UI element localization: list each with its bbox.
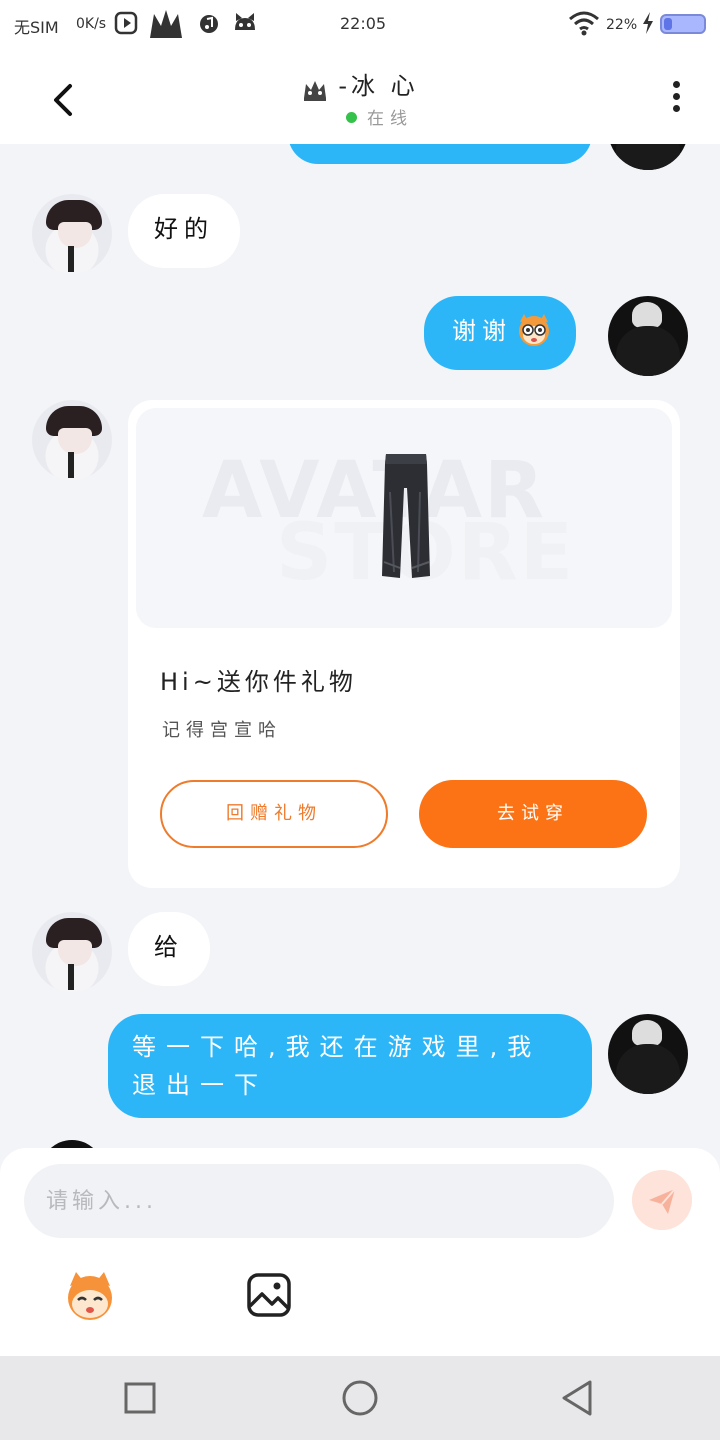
contact-avatar[interactable] bbox=[40, 1140, 104, 1148]
my-avatar[interactable] bbox=[608, 296, 688, 376]
avatar-face bbox=[58, 222, 92, 248]
recent-apps-button[interactable] bbox=[120, 1378, 160, 1418]
gift-title: Hi~送你件礼物 bbox=[160, 668, 357, 696]
avatar-body bbox=[616, 326, 680, 376]
gift-card[interactable]: AVATAR STORE Hi~送你件礼物 记得宫宣哈 回赠礼物 去试穿 bbox=[128, 400, 680, 888]
online-status-text: 在线 bbox=[367, 109, 413, 129]
crown-badge-icon bbox=[304, 80, 327, 101]
avatar-neck bbox=[68, 964, 74, 990]
music-app-icon bbox=[200, 15, 218, 33]
battery-level-fill bbox=[664, 18, 673, 30]
return-gift-button[interactable]: 回赠礼物 bbox=[160, 780, 388, 848]
chat-title-area: -冰 心 bbox=[0, 66, 720, 102]
monkey-emoji-icon bbox=[519, 314, 549, 346]
clock: 22:05 bbox=[340, 14, 387, 33]
system-nav-bar bbox=[0, 1356, 720, 1440]
more-dot-icon bbox=[672, 81, 680, 88]
message-text: 谢谢 bbox=[452, 317, 512, 345]
message-bubble[interactable]: 给 bbox=[128, 912, 210, 986]
carrier-text: 无SIM bbox=[14, 18, 59, 37]
avatar-neck bbox=[68, 246, 74, 272]
message-bubble-cut bbox=[288, 144, 592, 164]
message-bubble[interactable]: 等一下哈,我还在游戏里,我退出一下 bbox=[108, 1014, 592, 1118]
gift-image[interactable]: AVATAR STORE bbox=[136, 408, 672, 628]
contact-name: -冰 心 bbox=[338, 72, 419, 100]
avatar-face bbox=[58, 940, 92, 966]
avatar-hair bbox=[632, 1020, 662, 1046]
try-on-button[interactable]: 去试穿 bbox=[419, 780, 647, 848]
contact-avatar[interactable] bbox=[32, 912, 112, 992]
image-picker-button[interactable] bbox=[246, 1272, 292, 1318]
back-nav-button[interactable] bbox=[558, 1378, 598, 1418]
contact-avatar[interactable] bbox=[32, 400, 112, 480]
network-speed: 0K/s bbox=[76, 16, 107, 32]
status-bar: 无SIM 0K/s 22:05 22% bbox=[0, 0, 720, 50]
battery-icon bbox=[660, 14, 706, 34]
media-play-icon bbox=[114, 11, 138, 35]
avatar-neck bbox=[68, 452, 74, 478]
jeans-item-image bbox=[382, 454, 430, 578]
avatar-face bbox=[58, 428, 92, 454]
battery-percent: 22% bbox=[606, 17, 638, 33]
input-panel bbox=[0, 1148, 720, 1356]
online-status: 在线 bbox=[346, 104, 413, 129]
more-options-button[interactable] bbox=[660, 76, 692, 120]
more-dot-icon bbox=[672, 105, 680, 112]
more-dot-icon bbox=[672, 93, 680, 100]
emoji-button[interactable] bbox=[60, 1268, 120, 1324]
avatar-body bbox=[616, 1044, 680, 1094]
contact-avatar[interactable] bbox=[32, 194, 112, 274]
send-button[interactable] bbox=[632, 1170, 692, 1230]
my-avatar[interactable] bbox=[608, 144, 688, 170]
avatar-hair bbox=[632, 302, 662, 328]
chat-header: -冰 心 在线 bbox=[0, 50, 720, 144]
charging-icon bbox=[643, 12, 653, 34]
message-list[interactable]: 好的 谢谢 AVATAR STORE Hi~送你件礼物 bbox=[0, 144, 720, 1148]
cat-app-icon bbox=[235, 13, 255, 30]
message-input[interactable] bbox=[24, 1164, 614, 1238]
gift-subtitle: 记得宫宣哈 bbox=[162, 720, 282, 741]
crown-app-icon bbox=[150, 10, 182, 38]
avatar-body bbox=[616, 144, 680, 170]
home-button[interactable] bbox=[340, 1378, 380, 1418]
wifi-icon bbox=[569, 11, 599, 36]
message-bubble[interactable]: 好的 bbox=[128, 194, 240, 268]
online-dot bbox=[346, 111, 357, 123]
message-bubble[interactable]: 谢谢 bbox=[424, 296, 576, 370]
my-avatar[interactable] bbox=[608, 1014, 688, 1094]
